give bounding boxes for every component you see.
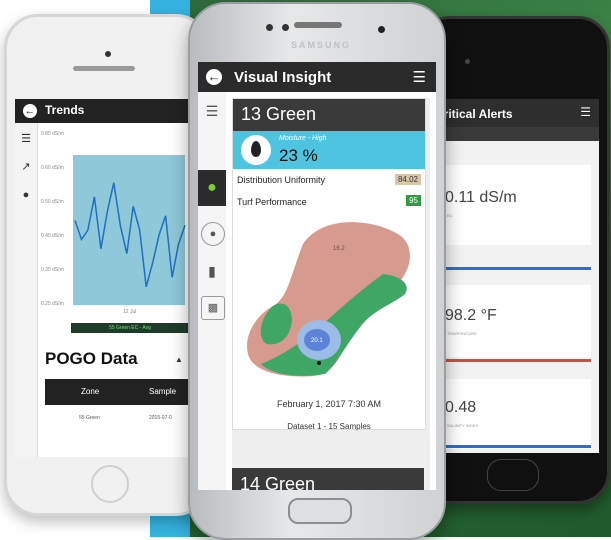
dataset-label[interactable]: Dataset 1 - 15 Samples xyxy=(233,422,425,431)
x-tick-label: 12 Jul xyxy=(123,309,137,315)
column-header-zone[interactable]: Zone xyxy=(81,387,99,396)
chart-legend: 55 Green EC - Avg xyxy=(71,323,189,333)
alert-bar-blue xyxy=(433,267,591,270)
salinity-icon[interactable]: ● xyxy=(201,222,225,246)
visual-insight-screen: ← Visual Insight ☰ ☰ ● ● ▮ ▩ 13 Green Mo xyxy=(198,62,436,490)
alert-bar-red xyxy=(433,359,591,362)
menu-icon[interactable]: ☰ xyxy=(20,133,32,145)
home-button[interactable] xyxy=(487,459,539,491)
trend-chart: 12 Jul 55 Green EC - Avg 0.80 dS/m 0.60 d… xyxy=(39,125,195,343)
green-title: 14 Green xyxy=(240,474,316,490)
alerts-title: Critical Alerts xyxy=(435,107,513,121)
metric-label: Distribution Uniformity xyxy=(237,175,326,185)
metric-badge: 84.02 xyxy=(394,174,421,185)
app-title: Visual Insight xyxy=(234,69,332,86)
alert-label: EC xyxy=(447,213,453,218)
y-tick-label: 0.25 dS/m xyxy=(41,301,64,307)
home-button[interactable] xyxy=(91,465,129,503)
alert-card[interactable]: 0.11 dS/m EC xyxy=(433,165,591,245)
back-icon[interactable]: ← xyxy=(23,104,37,118)
speaker-grille xyxy=(294,22,342,28)
moisture-value: 23 % xyxy=(279,146,318,165)
alert-value: 0.11 dS/m xyxy=(445,189,517,206)
y-tick-label: 0.30 dS/m xyxy=(41,267,64,273)
green-card[interactable]: 14 Green xyxy=(232,468,424,490)
water-drop-icon xyxy=(241,135,271,165)
menu-icon[interactable]: ☰ xyxy=(580,105,591,119)
trends-header: ← Trends xyxy=(15,99,195,123)
visual-insight-header: ← Visual Insight ☰ xyxy=(198,62,436,92)
alert-value: 98.2 °F xyxy=(445,307,497,324)
green-title: 13 Green xyxy=(241,104,317,124)
phone-visual-insight: SAMSUNG ← Visual Insight ☰ ☰ ● ● ▮ ▩ 13 … xyxy=(188,2,446,540)
metric-label: Turf Performance xyxy=(237,197,307,207)
column-header-sample[interactable]: Sample xyxy=(149,387,176,396)
water-drop-shape xyxy=(251,141,261,157)
device-icon[interactable]: ▩ xyxy=(201,296,225,320)
alerts-screen: Critical Alerts ☰ en 05 0.11 dS/m EC 98.… xyxy=(429,99,599,453)
visual-insight-sidebar: ☰ ● ● ▮ ▩ xyxy=(198,92,226,490)
thermometer-icon[interactable]: ▮ xyxy=(201,260,223,282)
camera-icon xyxy=(266,24,273,31)
pogo-data-title: POGO Data xyxy=(45,349,138,368)
alerts-header: Critical Alerts ☰ xyxy=(429,99,599,127)
y-tick-label: 0.40 dS/m xyxy=(41,233,64,239)
menu-icon[interactable]: ☰ xyxy=(201,100,223,122)
trends-title: Trends xyxy=(45,103,85,117)
alerts-subbar: en xyxy=(429,127,599,141)
moisture-label: Moisture - High xyxy=(279,135,327,142)
brand-logo: SAMSUNG xyxy=(290,40,351,50)
trends-screen: ← Trends ☰ ↗ ● 12 Jul 55 Green EC - Avg … xyxy=(15,99,195,457)
trends-sidebar: ☰ ↗ ● xyxy=(15,123,38,457)
green-list: 13 Green Moisture - High 23 % Distributi… xyxy=(232,98,430,490)
map-label: 20.1 xyxy=(311,338,323,344)
phone-trends: ← Trends ☰ ↗ ● 12 Jul 55 Green EC - Avg … xyxy=(4,14,210,516)
camera-icon xyxy=(465,59,470,64)
metric-badge: 95 xyxy=(406,195,421,206)
map-marker[interactable] xyxy=(317,361,321,365)
moisture-panel: Moisture - High 23 % xyxy=(233,131,425,169)
phone-critical-alerts: Critical Alerts ☰ en 05 0.11 dS/m EC 98.… xyxy=(418,16,610,504)
y-tick-label: 0.80 dS/m xyxy=(41,131,64,137)
back-icon[interactable]: ← xyxy=(206,69,222,85)
moisture-drop-icon[interactable]: ● xyxy=(201,177,223,199)
alert-card[interactable]: 0.48 SALINITY INDEX xyxy=(433,379,591,449)
home-button[interactable] xyxy=(288,498,352,524)
y-tick-label: 0.50 dS/m xyxy=(41,199,64,205)
table-cell: 2015-07-0 xyxy=(149,415,172,421)
sample-date: February 1, 2017 7:30 AM xyxy=(276,399,382,409)
alert-card[interactable]: 98.2 °F TEMPERATURE xyxy=(433,285,591,357)
table-cell: 55 Green xyxy=(79,415,100,421)
chart-icon[interactable]: ↗ xyxy=(20,161,32,173)
green-card-header: 13 Green xyxy=(233,99,425,131)
speaker-grille xyxy=(73,66,135,71)
alert-bar-blue xyxy=(433,445,591,448)
sort-icon[interactable]: ▲ xyxy=(175,355,183,364)
y-tick-label: 0.60 dS/m xyxy=(41,165,64,171)
user-icon[interactable]: ● xyxy=(20,189,32,201)
alert-value: 0.48 xyxy=(445,399,477,416)
green-card[interactable]: 13 Green Moisture - High 23 % Distributi… xyxy=(232,98,426,431)
green-heat-map[interactable]: 16.2 20.1 xyxy=(233,214,425,394)
camera-icon xyxy=(105,51,111,57)
alert-label: SALINITY INDEX xyxy=(447,423,479,428)
map-label: 16.2 xyxy=(333,246,345,252)
alert-label: TEMPERATURE xyxy=(447,331,477,336)
sensor-icon xyxy=(282,24,289,31)
camera-icon xyxy=(378,26,385,33)
series-line xyxy=(74,182,186,287)
menu-icon[interactable]: ☰ xyxy=(413,68,426,86)
pogo-table-header: Zone Sample xyxy=(45,379,195,405)
